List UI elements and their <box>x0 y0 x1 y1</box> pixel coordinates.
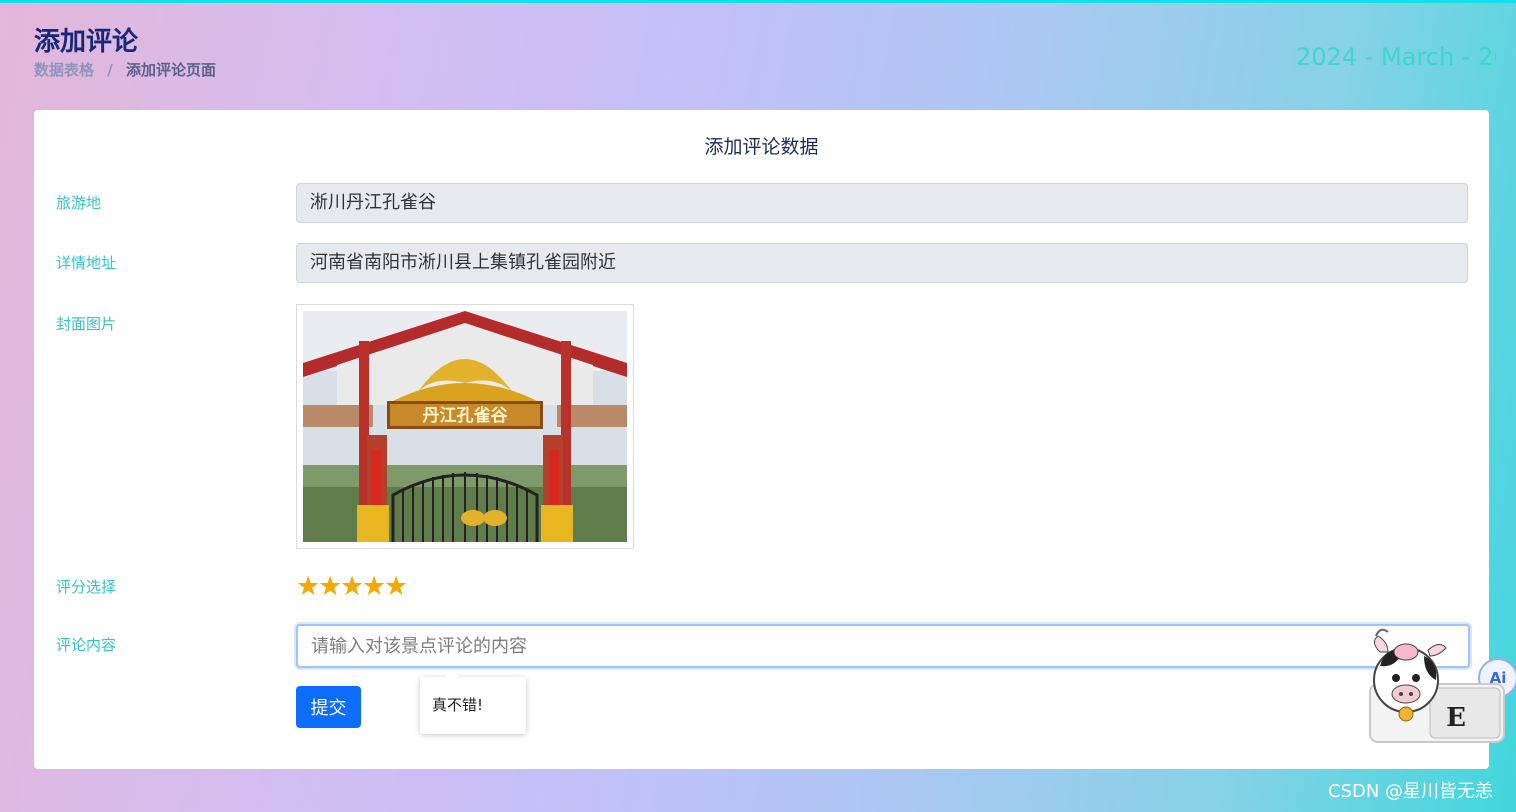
star-5[interactable]: ★ <box>384 572 408 602</box>
date-display: 2024 - March - 26 <box>1296 43 1496 71</box>
comment-label: 评论内容 <box>56 636 117 654</box>
breadcrumb-separator: / <box>107 61 113 79</box>
submit-button[interactable]: 提交 <box>296 686 361 728</box>
top-accent-line <box>0 0 1516 3</box>
page-title: 添加评论 <box>34 27 139 57</box>
cover-photo-gate: 丹江孔雀谷 <box>303 311 627 542</box>
cow-mascot-icon: E <box>1369 628 1505 743</box>
star-2[interactable]: ★ <box>318 572 342 602</box>
destination-label: 旅游地 <box>56 194 102 212</box>
star-4[interactable]: ★ <box>362 572 386 602</box>
comment-form-card: 添加评论数据 旅游地 淅川丹江孔雀谷 详情地址 河南省南阳市淅川县上集镇孔雀园附… <box>34 110 1489 769</box>
breadcrumb-link-data-table[interactable]: 数据表格 <box>34 61 94 79</box>
star-rating[interactable]: ★ ★ ★ ★ ★ <box>296 572 408 602</box>
star-1[interactable]: ★ <box>296 572 320 602</box>
address-field[interactable]: 河南省南阳市淅川县上集镇孔雀园附近 <box>296 243 1468 283</box>
sign-text: 丹江孔雀谷 <box>423 406 509 426</box>
breadcrumb-current: 添加评论页面 <box>125 61 216 79</box>
cover-image-label: 封面图片 <box>56 315 117 333</box>
form-title: 添加评论数据 <box>704 136 819 158</box>
mascot-sign-letter: E <box>1446 703 1466 733</box>
popup-arrow <box>444 670 458 677</box>
address-label: 详情地址 <box>56 254 117 272</box>
suggestion-popup[interactable]: 真不错! <box>420 670 526 734</box>
breadcrumb: 数据表格 / 添加评论页面 <box>34 60 216 80</box>
destination-field[interactable]: 淅川丹江孔雀谷 <box>296 183 1468 223</box>
suggestion-text: 真不错! <box>432 696 484 714</box>
rating-label: 评分选择 <box>56 578 117 596</box>
cow-mascot-widget[interactable]: E <box>1366 622 1508 746</box>
cover-image: 丹江孔雀谷 <box>296 304 634 549</box>
star-3[interactable]: ★ <box>340 572 364 602</box>
comment-input[interactable] <box>296 624 1470 668</box>
csdn-watermark: CSDN @星川皆无恙 <box>1328 781 1494 802</box>
